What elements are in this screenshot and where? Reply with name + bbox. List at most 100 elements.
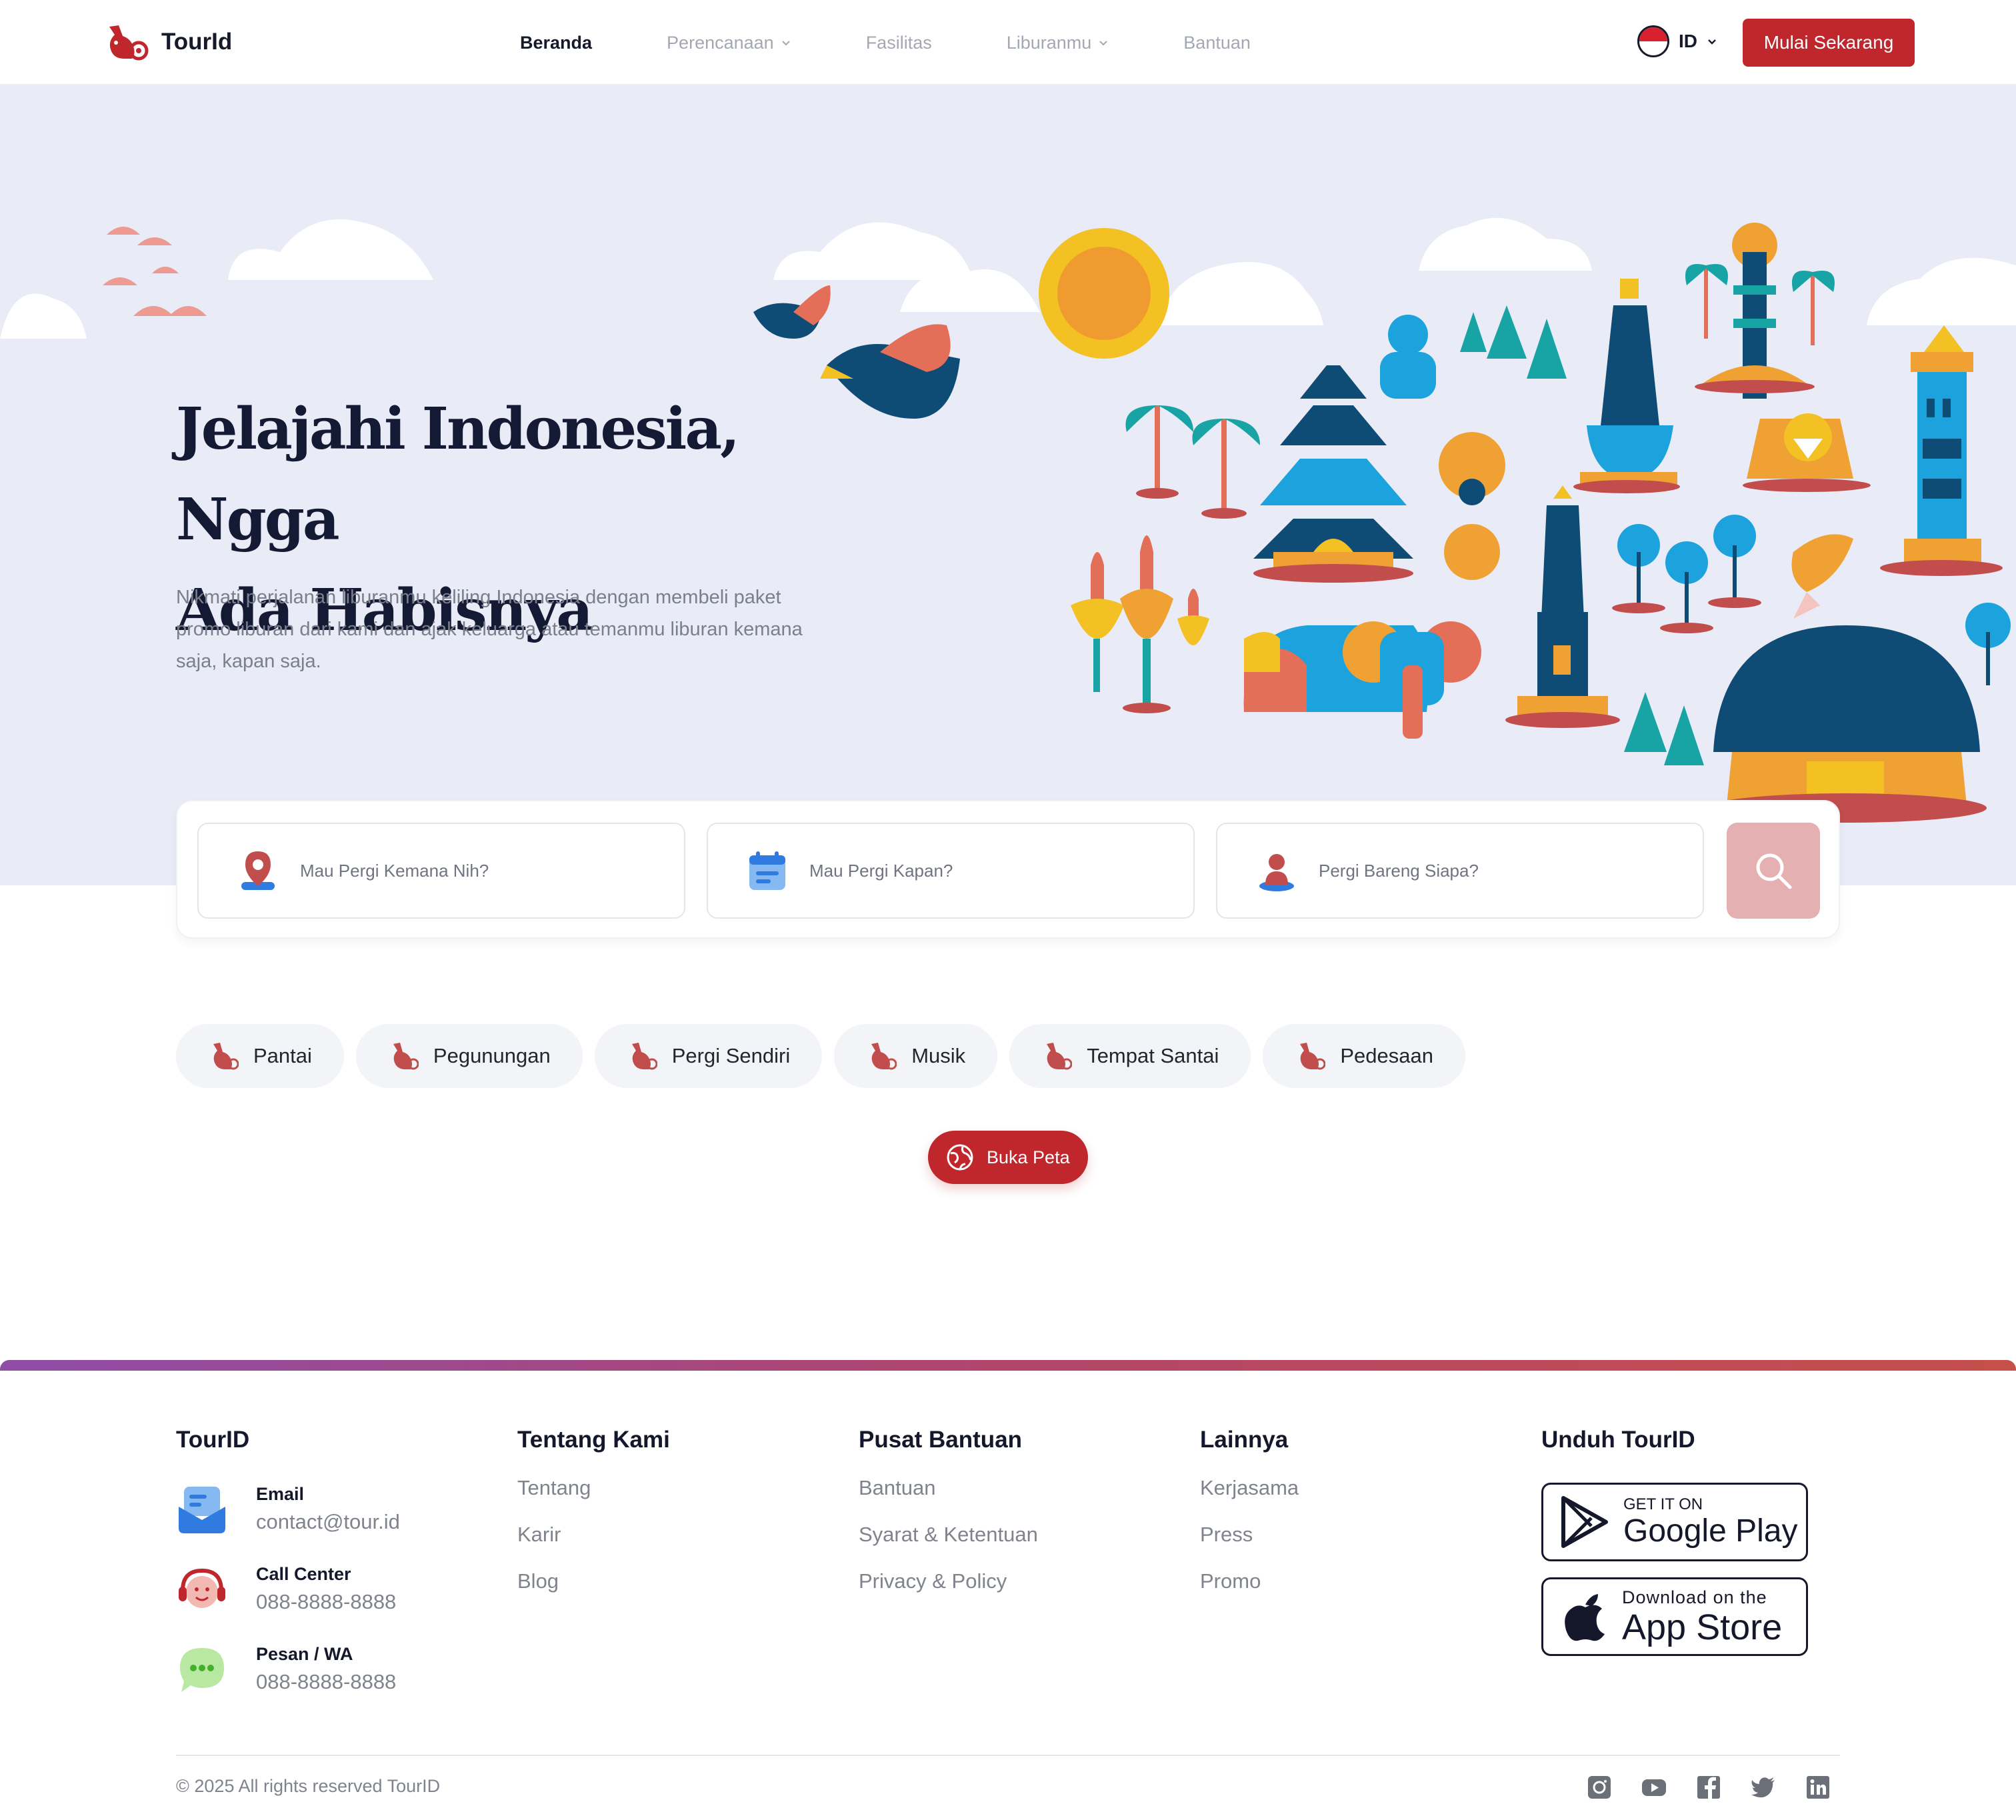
google-play-badge[interactable]: GET IT ON Google Play [1541, 1483, 1808, 1561]
indonesia-flag-icon [1637, 25, 1669, 57]
start-now-button[interactable]: Mulai Sekarang [1743, 19, 1915, 67]
cat-icon [1047, 1043, 1073, 1070]
search-icon [1756, 853, 1792, 889]
footer-column-heading: Tentang Kami [517, 1427, 670, 1453]
youtube-icon[interactable] [1641, 1775, 1667, 1800]
apple-icon [1565, 1594, 1605, 1641]
globe-icon [947, 1144, 973, 1171]
footer-brand-heading: TourID [176, 1427, 250, 1453]
email-icon [179, 1487, 225, 1533]
contact-label: Pesan / WA [256, 1644, 353, 1664]
google-play-small-text: GET IT ON [1623, 1495, 1703, 1513]
category-chip-pegunungan[interactable]: Pegunungan [355, 1024, 583, 1088]
nav-item-beranda[interactable]: Beranda [520, 33, 592, 53]
download-heading: Unduh TourID [1541, 1427, 1695, 1453]
footer-link-blog[interactable]: Blog [517, 1569, 670, 1593]
nav-item-fasilitas[interactable]: Fasilitas [866, 33, 932, 53]
category-chips: Pantai Pegunungan Pergi Sendiri Musik Te… [176, 1024, 1465, 1088]
category-label: Tempat Santai [1087, 1044, 1219, 1067]
social-links [1587, 1775, 1831, 1800]
nav-item-label: Fasilitas [865, 32, 932, 53]
nav-item-liburanmu[interactable]: Liburanmu [1007, 33, 1109, 53]
footer-link-karir[interactable]: Karir [517, 1523, 670, 1547]
copyright: © 2025 All rights reserved TourID [176, 1776, 441, 1796]
footer-link-bantuan[interactable]: Bantuan [859, 1476, 1038, 1500]
language-code: ID [1679, 31, 1697, 51]
twitter-icon[interactable] [1751, 1775, 1776, 1800]
category-label: Pergi Sendiri [671, 1044, 791, 1067]
cat-icon [213, 1043, 239, 1070]
category-chip-musik[interactable]: Musik [834, 1024, 998, 1088]
chevron-down-icon [1708, 39, 1716, 45]
contact-label: Call Center [256, 1564, 351, 1584]
footer-column-tentang-kami: Tentang Kami Tentang Karir Blog [517, 1427, 670, 1593]
logo[interactable]: TourId [105, 23, 232, 61]
footer-column-pusat-bantuan: Pusat Bantuan Bantuan Syarat & Ketentuan… [859, 1427, 1038, 1593]
search-bar: Mau Pergi Kemana Nih? Mau Pergi Kapan? P… [176, 800, 1840, 939]
cat-icon [393, 1043, 419, 1070]
destination-field[interactable]: Mau Pergi Kemana Nih? [197, 823, 685, 919]
language-selector[interactable]: ID [1637, 25, 1717, 57]
hero-description: Nikmati perjalanan liburanmu keliling In… [176, 587, 803, 672]
companion-placeholder: Pergi Bareng Siapa? [1319, 860, 1479, 881]
category-label: Pegunungan [433, 1044, 551, 1067]
nav-item-label: Perencanaan [667, 32, 774, 53]
cat-icon [871, 1043, 897, 1070]
call-center-icon [179, 1568, 225, 1608]
chevron-down-icon [781, 41, 790, 46]
hero-section: Jelajahi Indonesia, Ngga Ada Habisnya Ni… [0, 85, 2016, 885]
category-chip-pedesaan[interactable]: Pedesaan [1263, 1024, 1465, 1088]
footer-divider [176, 1755, 1840, 1756]
navbar: TourId Beranda Perencanaan Fasilitas Lib… [0, 0, 2016, 85]
footer-column-lainnya: Lainnya Kerjasama Press Promo [1200, 1427, 1299, 1593]
contact-value: 088-8888-8888 [256, 1590, 397, 1613]
category-label: Musik [911, 1044, 966, 1067]
footer-link-syarat-ketentuan[interactable]: Syarat & Ketentuan [859, 1523, 1038, 1547]
nav-item-bantuan[interactable]: Bantuan [1183, 33, 1251, 53]
footer-gradient-bar [0, 1360, 2016, 1371]
cat-icon [631, 1043, 657, 1070]
contact-value: 088-8888-8888 [256, 1670, 397, 1693]
app-store-big-text: App Store [1622, 1607, 1783, 1647]
chat-icon [180, 1648, 224, 1692]
destination-placeholder: Mau Pergi Kemana Nih? [300, 860, 489, 881]
footer-link-kerjasama[interactable]: Kerjasama [1200, 1476, 1299, 1500]
instagram-icon[interactable] [1587, 1775, 1612, 1800]
footer-column-heading: Lainnya [1200, 1427, 1289, 1453]
footer-link-press[interactable]: Press [1200, 1523, 1299, 1547]
contact-email[interactable]: Email contact@tour.id [176, 1484, 400, 1536]
location-pin-icon [241, 851, 275, 890]
date-field[interactable]: Mau Pergi Kapan? [707, 823, 1195, 919]
nav-item-label: Liburanmu [1006, 32, 1092, 53]
contact-value: contact@tour.id [256, 1510, 400, 1533]
footer-column-heading: Pusat Bantuan [859, 1427, 1023, 1453]
category-chip-pantai[interactable]: Pantai [176, 1024, 344, 1088]
google-play-big-text: Google Play [1623, 1513, 1798, 1549]
footer-link-privacy-policy[interactable]: Privacy & Policy [859, 1569, 1038, 1593]
app-store-badge[interactable]: Download on the App Store [1541, 1577, 1808, 1656]
category-chip-pergi-sendiri[interactable]: Pergi Sendiri [594, 1024, 823, 1088]
app-store-small-text: Download on the [1622, 1587, 1767, 1607]
date-placeholder: Mau Pergi Kapan? [809, 860, 953, 881]
contact-whatsapp[interactable]: Pesan / WA 088-8888-8888 [176, 1644, 396, 1696]
cat-logo-icon [109, 25, 149, 61]
companion-field[interactable]: Pergi Bareng Siapa? [1216, 823, 1704, 919]
nav-item-label: Bantuan [1183, 32, 1251, 53]
contact-label: Email [256, 1484, 305, 1504]
category-label: Pantai [253, 1044, 312, 1067]
facebook-icon[interactable] [1696, 1775, 1721, 1800]
contact-call-center[interactable]: Call Center 088-8888-8888 [176, 1564, 396, 1616]
search-button[interactable] [1727, 823, 1820, 919]
calendar-icon [749, 851, 785, 890]
footer-link-tentang[interactable]: Tentang [517, 1476, 670, 1500]
category-chip-tempat-santai[interactable]: Tempat Santai [1009, 1024, 1251, 1088]
linkedin-icon[interactable] [1805, 1775, 1831, 1800]
open-map-button[interactable]: Buka Peta [928, 1131, 1088, 1184]
main-menu: Beranda Perencanaan Fasilitas Liburanmu … [520, 0, 1325, 85]
google-play-icon [1561, 1496, 1608, 1548]
category-label: Pedesaan [1340, 1044, 1433, 1067]
cat-icon [1300, 1043, 1326, 1070]
hero-title-line-1: Jelajahi Indonesia, Ngga [176, 395, 740, 553]
nav-item-perencanaan[interactable]: Perencanaan [667, 33, 791, 53]
footer-link-promo[interactable]: Promo [1200, 1569, 1299, 1593]
